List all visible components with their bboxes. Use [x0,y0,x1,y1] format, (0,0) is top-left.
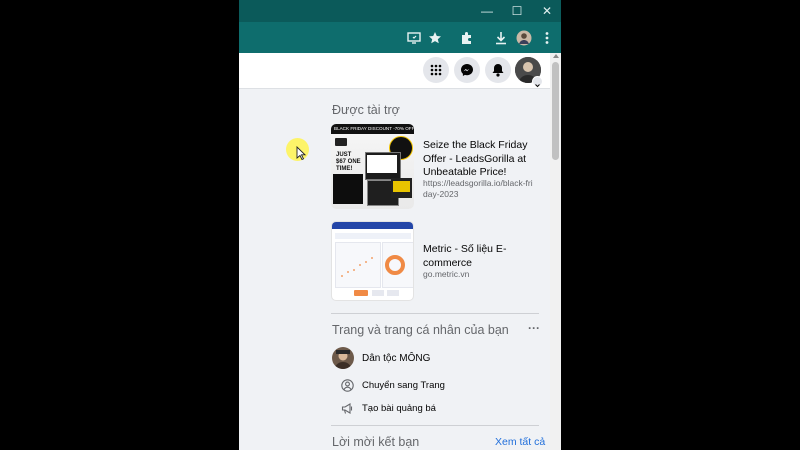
see-all-link[interactable]: Xem tất cả [495,436,545,448]
create-promotion-link[interactable]: Tạo bài quảng bá [362,403,436,414]
ad-title-metric[interactable]: Metric - Số liệu E-commerce [423,243,543,270]
ad-image-leadsgorilla[interactable]: BLACK FRIDAY DISCOUNT -70% OFF JUST $67 … [331,124,414,209]
bookmark-star-icon[interactable] [425,28,445,48]
ad-image-metric[interactable] [331,221,414,301]
switch-to-page-link[interactable]: Chuyển sang Trang [362,380,445,391]
sponsored-title: Được tài trợ [332,103,400,117]
title-bar: — ☐ ✕ [239,0,561,22]
maximize-button[interactable]: ☐ [505,2,529,20]
browser-window: — ☐ ✕ Được tài trợ BLACK FRIDAY DISCOUNT… [239,0,561,450]
facebook-header [239,53,550,89]
friend-requests-title: Lời mời kết bạn [332,435,420,449]
extensions-icon[interactable] [457,28,477,48]
megaphone-icon [341,402,354,415]
messenger-icon[interactable] [454,57,480,83]
scrollbar-thumb[interactable] [552,62,559,160]
pages-section-title: Trang và trang cá nhân của bạn [332,323,509,337]
browser-toolbar [239,22,561,53]
page-avatar[interactable] [332,347,354,369]
ad-image-banner: BLACK FRIDAY DISCOUNT -70% OFF [331,124,414,134]
account-dropdown-icon[interactable] [532,76,543,88]
switch-profile-icon [341,379,354,392]
scroll-up-arrow-icon[interactable] [553,54,559,58]
install-app-icon[interactable] [404,28,424,48]
ad-url-metric: go.metric.vn [423,269,470,279]
section-divider [331,425,539,426]
minimize-button[interactable]: — [475,2,499,20]
download-icon[interactable] [491,28,511,48]
mouse-cursor-icon [296,145,307,165]
pages-more-icon[interactable]: ··· [528,321,540,335]
ad-title-leadsgorilla[interactable]: Seize the Black Friday Offer - LeadsGori… [423,139,543,180]
section-divider [331,313,539,314]
ad-image-headline: JUST $67 ONE TIME! [336,152,361,172]
page-name[interactable]: Dân tộc MÔNG [362,353,430,364]
menu-grid-icon[interactable] [423,57,449,83]
menu-icon[interactable] [537,28,557,48]
ad-url-leadsgorilla: https://leadsgorilla.io/black-friday-202… [423,178,533,199]
profile-avatar[interactable] [514,28,534,48]
close-button[interactable]: ✕ [535,2,559,20]
notifications-bell-icon[interactable] [485,57,511,83]
